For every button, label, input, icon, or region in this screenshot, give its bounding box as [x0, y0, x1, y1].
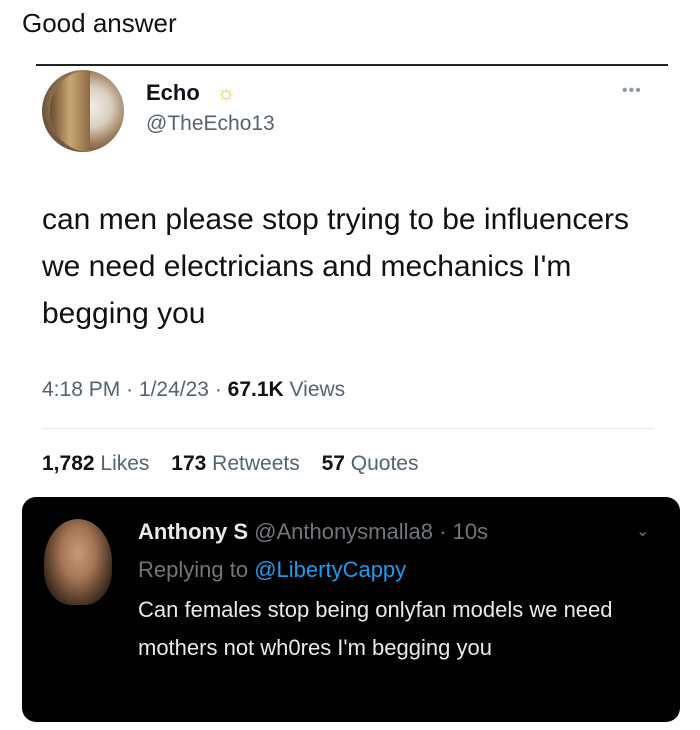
divider: [42, 428, 654, 429]
replying-mention[interactable]: @LibertyCappy: [254, 557, 406, 582]
reply-author-name[interactable]: Anthony S: [138, 519, 248, 544]
avatar[interactable]: [42, 70, 124, 152]
retweets-label: Retweets: [212, 452, 300, 475]
reply-author-line: Anthony S @Anthonysmalla8 · 10s: [138, 519, 489, 544]
retweets-stat[interactable]: 173 Retweets: [171, 452, 305, 475]
chevron-down-icon[interactable]: ⌄: [636, 521, 649, 541]
tweet-stats: 1,782 Likes 173 Retweets 57 Quotes: [42, 452, 434, 476]
tweet-time[interactable]: 4:18 PM: [42, 378, 120, 401]
reply-time[interactable]: 10s: [453, 519, 488, 544]
original-tweet[interactable]: Echo ☼ @TheEcho13 ••• can men please sto…: [22, 62, 668, 492]
tweet-text: can men please stop trying to be influen…: [42, 203, 630, 330]
author-name[interactable]: Echo: [146, 80, 200, 106]
quotes-count: 57: [321, 452, 345, 475]
reply-tweet[interactable]: Anthony S @Anthonysmalla8 · 10s ⌄ Replyi…: [22, 497, 680, 722]
tweet-date[interactable]: 1/24/23: [139, 378, 209, 401]
reply-author-handle[interactable]: @Anthonysmalla8: [254, 519, 433, 544]
likes-label: Likes: [100, 452, 150, 475]
replying-to: Replying to @LibertyCappy: [138, 557, 406, 583]
sun-icon: ☼: [216, 80, 237, 105]
quotes-stat[interactable]: 57 Quotes: [322, 452, 419, 475]
views-label: Views: [289, 378, 346, 401]
reply-text: Can females stop being onlyfan models we…: [138, 597, 613, 660]
replying-prefix: Replying to: [138, 557, 249, 582]
top-rule: [36, 64, 668, 66]
more-icon[interactable]: •••: [622, 82, 642, 100]
quotes-label: Quotes: [350, 452, 419, 475]
post-caption: Good answer: [22, 8, 177, 38]
retweets-count: 173: [171, 452, 207, 475]
avatar[interactable]: [44, 519, 112, 605]
author-handle[interactable]: @TheEcho13: [146, 112, 275, 136]
tweet-meta: 4:18 PM · 1/24/23 · 67.1K Views: [42, 378, 346, 401]
likes-stat[interactable]: 1,782 Likes: [42, 452, 155, 475]
views-count: 67.1K: [227, 378, 284, 401]
likes-count: 1,782: [42, 452, 95, 475]
